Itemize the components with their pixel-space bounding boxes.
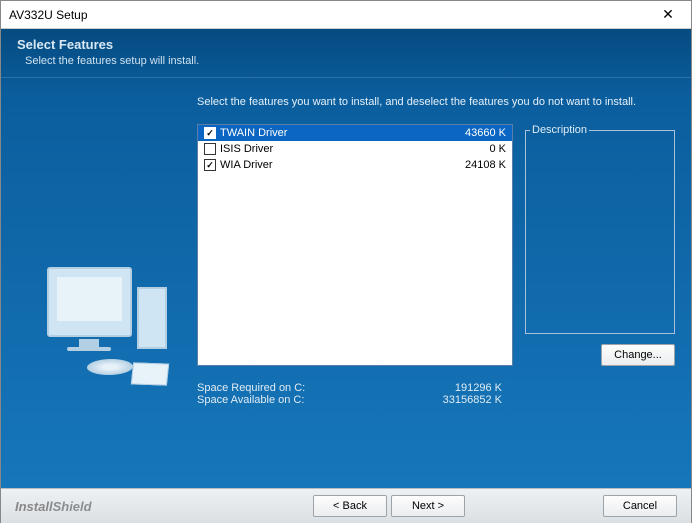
- cancel-button[interactable]: Cancel: [603, 495, 677, 517]
- titlebar: AV332U Setup ✕: [1, 1, 691, 29]
- instruction-text: Select the features you want to install,…: [197, 90, 675, 108]
- feature-size: 0 K: [489, 143, 506, 155]
- footer: InstallShield < Back Next > Cancel: [1, 488, 691, 523]
- space-available-value: 33156852 K: [407, 394, 502, 406]
- feature-checkbox[interactable]: [204, 159, 216, 171]
- feature-list[interactable]: TWAIN Driver43660 KISIS Driver0 KWIA Dri…: [197, 124, 513, 366]
- close-button[interactable]: ✕: [647, 2, 689, 28]
- feature-size: 24108 K: [465, 159, 506, 171]
- feature-row[interactable]: TWAIN Driver43660 K: [198, 125, 512, 141]
- window-title: AV332U Setup: [9, 8, 647, 22]
- description-box: Description: [525, 124, 675, 334]
- header: Select Features Select the features setu…: [1, 29, 691, 78]
- feature-size: 43660 K: [465, 127, 506, 139]
- back-button[interactable]: < Back: [313, 495, 387, 517]
- feature-checkbox[interactable]: [204, 143, 216, 155]
- feature-label: WIA Driver: [220, 159, 465, 171]
- installshield-brand: InstallShield: [15, 499, 313, 514]
- page-subtitle: Select the features setup will install.: [17, 55, 675, 67]
- page-title: Select Features: [17, 37, 675, 52]
- feature-checkbox[interactable]: [204, 127, 216, 139]
- space-info: Space Required on C: 191296 K Space Avai…: [197, 382, 675, 406]
- feature-label: TWAIN Driver: [220, 127, 465, 139]
- change-button[interactable]: Change...: [601, 344, 675, 366]
- space-required-label: Space Required on C:: [197, 382, 407, 394]
- next-button[interactable]: Next >: [391, 495, 465, 517]
- space-available-label: Space Available on C:: [197, 394, 407, 406]
- feature-row[interactable]: ISIS Driver0 K: [198, 141, 512, 157]
- feature-row[interactable]: WIA Driver24108 K: [198, 157, 512, 173]
- space-required-value: 191296 K: [407, 382, 502, 394]
- feature-label: ISIS Driver: [220, 143, 489, 155]
- sidebar-illustration: [17, 90, 197, 474]
- content-area: Select Features Select the features setu…: [1, 29, 691, 488]
- computer-icon: [37, 257, 177, 397]
- description-legend: Description: [530, 124, 589, 136]
